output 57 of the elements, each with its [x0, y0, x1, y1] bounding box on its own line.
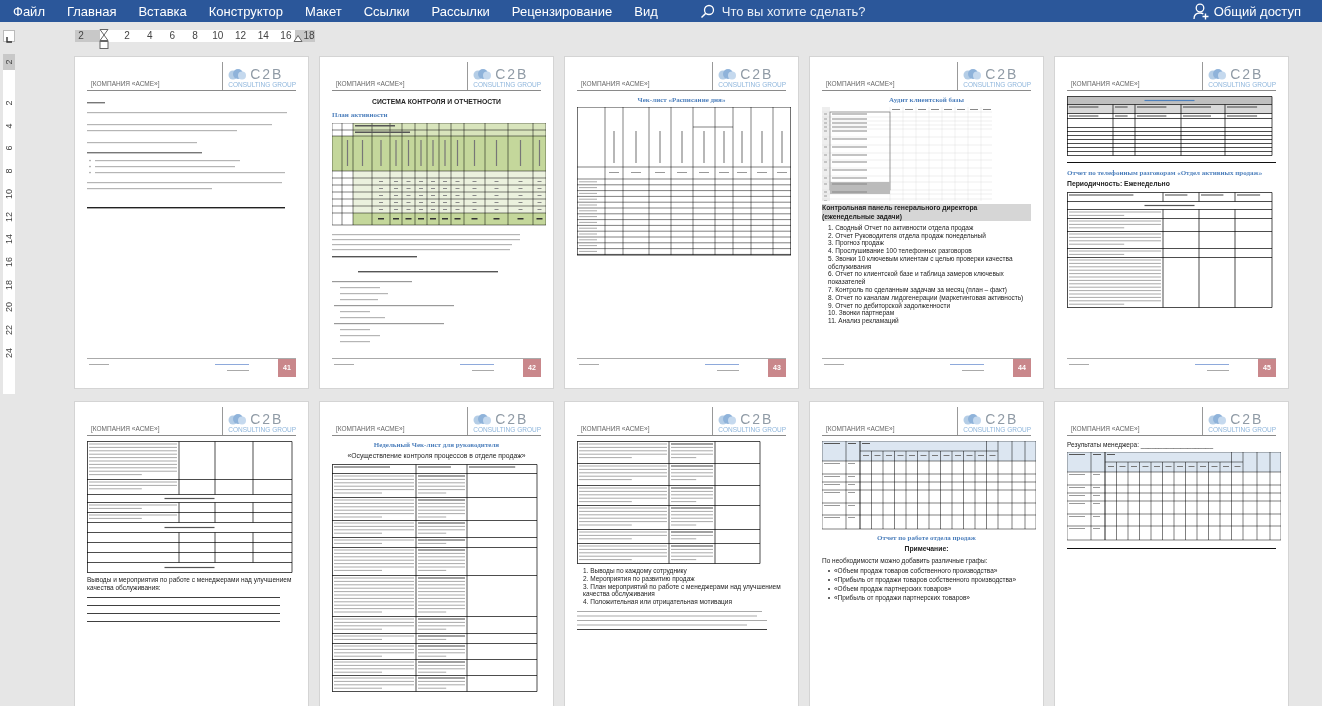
- ruler-number: 16: [4, 255, 14, 268]
- ruler-number: 10: [212, 30, 224, 42]
- ruler-number: 4: [146, 30, 153, 42]
- cloud-logo-icon: [718, 413, 737, 425]
- ruler-number: 2: [124, 30, 130, 42]
- ruler-number: 6: [4, 144, 14, 153]
- menu-tab[interactable]: Файл: [4, 0, 54, 22]
- tab-stop-icon[interactable]: [5, 36, 13, 44]
- cloud-logo-icon: [473, 68, 492, 80]
- ruler-number: 18: [4, 278, 14, 291]
- search-icon: [699, 3, 715, 19]
- logo-text: C2B: [250, 412, 284, 426]
- logo-text: C2B: [1230, 67, 1264, 81]
- menu-tab[interactable]: Вид: [625, 0, 667, 22]
- logo-text: C2B: [985, 67, 1019, 81]
- ruler-number: 20: [4, 301, 14, 314]
- ruler-number: 10: [4, 187, 14, 200]
- cloud-logo-icon: [473, 413, 492, 425]
- ruler-number: 24: [4, 346, 14, 359]
- logo-text: C2B: [495, 67, 529, 81]
- menu-tab[interactable]: Ссылки: [354, 0, 419, 22]
- add-person-icon: [1192, 2, 1210, 20]
- menu-tab[interactable]: Конструктор: [199, 0, 292, 22]
- cloud-logo-icon: [718, 68, 737, 80]
- logo-text: C2B: [985, 412, 1019, 426]
- ruler-number: 12: [234, 30, 247, 42]
- ruler-number: 18: [303, 30, 315, 42]
- ruler-number: 4: [4, 122, 14, 131]
- ruler-number: 2: [4, 99, 14, 108]
- cloud-logo-icon: [1208, 68, 1227, 80]
- menu-tab[interactable]: Рецензирование: [502, 0, 622, 22]
- share-button[interactable]: Общий доступ: [1183, 0, 1310, 22]
- tell-me-search[interactable]: Что вы хотите сделать?: [690, 0, 875, 22]
- ruler-number: 2: [4, 58, 14, 67]
- ruler-number: 2: [78, 30, 84, 42]
- logo-text: C2B: [495, 412, 529, 426]
- cloud-logo-icon: [963, 68, 982, 80]
- menu-tab[interactable]: Вставка: [129, 0, 196, 22]
- menu-tab[interactable]: Макет: [295, 0, 351, 22]
- ruler-number: 12: [4, 210, 14, 223]
- ruler-number: 14: [257, 30, 269, 42]
- logo-text: C2B: [740, 412, 774, 426]
- logo-text: C2B: [740, 67, 774, 81]
- ruler-number: 14: [4, 233, 14, 246]
- ruler-number: 22: [4, 324, 14, 336]
- logo-text: C2B: [250, 67, 284, 81]
- ruler-number: 8: [192, 30, 198, 42]
- ruler-number: 6: [169, 30, 176, 42]
- ruler-number: 8: [4, 167, 14, 176]
- menu-tab[interactable]: Рассылки: [422, 0, 499, 22]
- cloud-logo-icon: [1208, 413, 1227, 425]
- cloud-logo-icon: [228, 413, 247, 425]
- cloud-logo-icon: [963, 413, 982, 425]
- cloud-logo-icon: [228, 68, 247, 80]
- menu-tab[interactable]: Главная: [57, 0, 126, 22]
- ruler-number: 16: [280, 30, 292, 42]
- logo-text: C2B: [1230, 412, 1264, 426]
